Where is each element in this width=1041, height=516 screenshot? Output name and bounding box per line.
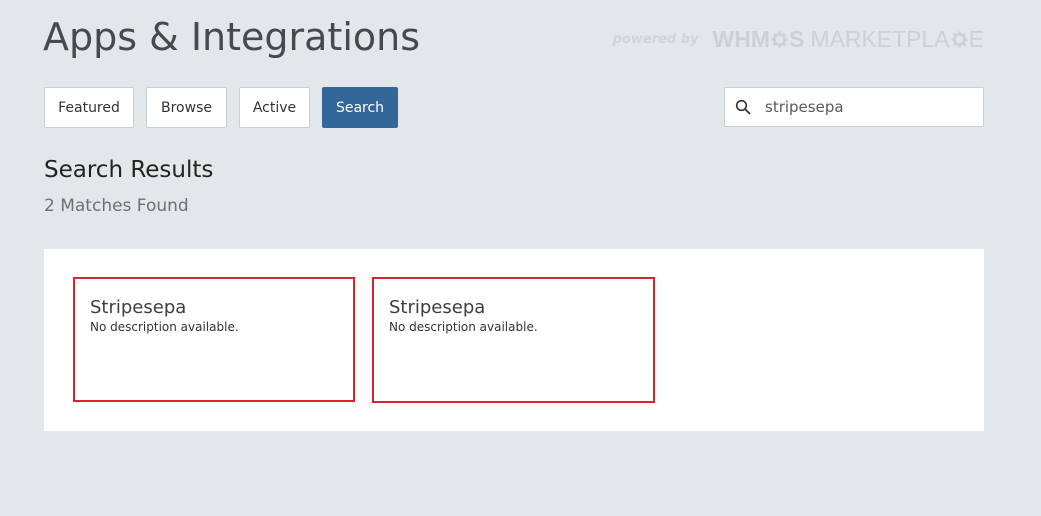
logo-text-marketplace: MARKETPLA bbox=[810, 26, 950, 52]
powered-by-label: powered by bbox=[612, 32, 699, 47]
app-card-title: Stripesepa bbox=[90, 297, 187, 318]
tab-search[interactable]: Search bbox=[322, 87, 398, 128]
gear-icon bbox=[951, 31, 968, 48]
logo-text-whm: WHM bbox=[712, 26, 770, 52]
results-heading: Search Results bbox=[44, 157, 214, 183]
results-panel: Stripesepa No description available. Str… bbox=[44, 249, 984, 431]
app-card-description: No description available. bbox=[90, 320, 239, 334]
page-title: Apps & Integrations bbox=[43, 15, 421, 59]
gear-icon bbox=[771, 31, 788, 48]
nav-tabs: Featured Browse Active Search bbox=[44, 87, 410, 128]
search-input[interactable] bbox=[765, 98, 965, 116]
app-card-title: Stripesepa bbox=[389, 297, 486, 318]
tab-browse[interactable]: Browse bbox=[146, 87, 227, 128]
tab-active[interactable]: Active bbox=[239, 87, 310, 128]
search-icon bbox=[735, 99, 751, 115]
logo-text-e: E bbox=[968, 26, 984, 52]
marketplace-logo: WHM S MARKETPLA E bbox=[713, 26, 985, 53]
results-count: 2 Matches Found bbox=[44, 196, 189, 216]
app-card[interactable]: Stripesepa No description available. bbox=[372, 277, 655, 403]
powered-by-marketplace-logo[interactable]: powered by WHM S MARKETPLA E bbox=[613, 26, 984, 53]
tab-featured[interactable]: Featured bbox=[44, 87, 134, 128]
app-card-description: No description available. bbox=[389, 320, 538, 334]
logo-text-s: S bbox=[788, 26, 805, 52]
app-card[interactable]: Stripesepa No description available. bbox=[73, 277, 355, 402]
search-box[interactable] bbox=[724, 87, 984, 127]
